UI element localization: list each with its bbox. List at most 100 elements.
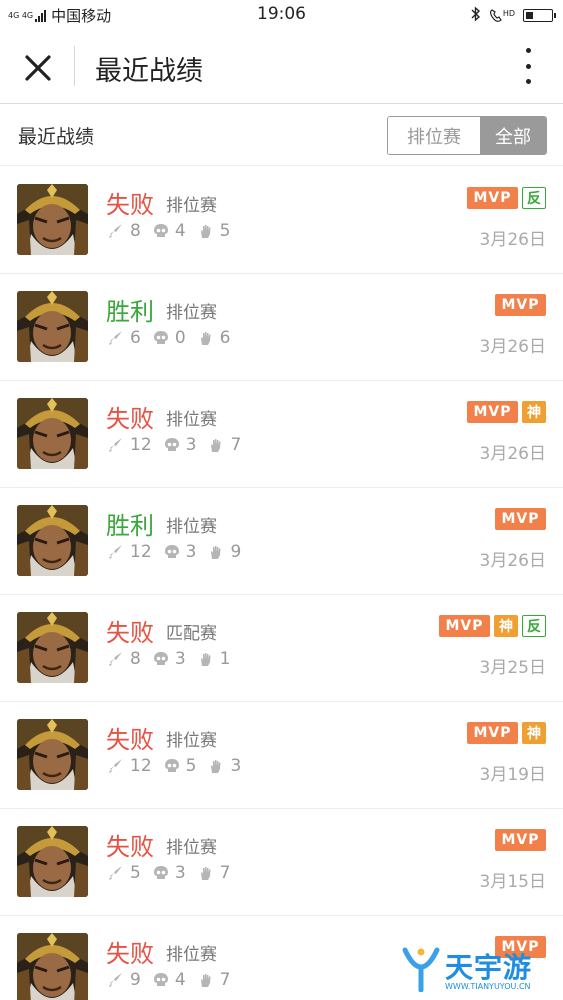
kills-value: 12 bbox=[130, 435, 152, 455]
godlike-badge: 神 bbox=[522, 401, 546, 423]
more-dot-icon bbox=[525, 79, 531, 84]
badge-group: MVP 神反 bbox=[439, 615, 546, 637]
hero-avatar bbox=[17, 184, 88, 255]
hero-avatar bbox=[17, 291, 88, 362]
kda-stats: 9 4 7 bbox=[108, 970, 242, 990]
assists-value: 3 bbox=[230, 756, 242, 776]
tab-ranked[interactable]: 排位赛 bbox=[388, 117, 480, 154]
match-result: 胜利 bbox=[106, 298, 154, 326]
match-row[interactable]: 失败 排位赛 12 5 3 MVP 神 3月19日 bbox=[0, 702, 563, 809]
page-title: 最近战绩 bbox=[95, 56, 203, 87]
bluetooth-icon bbox=[471, 6, 481, 25]
section-header: 最近战绩 排位赛 全部 bbox=[0, 104, 563, 166]
match-list: 失败 排位赛 8 4 5 MVP 反 3月26日 胜利 排位赛 6 0 6 MV… bbox=[0, 167, 563, 1000]
hand-icon bbox=[208, 758, 224, 774]
deaths-value: 3 bbox=[174, 863, 186, 883]
badge-group: MVP bbox=[495, 508, 546, 530]
deaths-value: 3 bbox=[174, 649, 186, 669]
match-result: 胜利 bbox=[106, 512, 154, 540]
deaths-value: 5 bbox=[185, 756, 197, 776]
mvp-badge: MVP bbox=[467, 401, 518, 423]
hand-icon bbox=[198, 223, 214, 239]
kills-value: 8 bbox=[130, 649, 141, 669]
match-row[interactable]: 失败 排位赛 8 4 5 MVP 反 3月26日 bbox=[0, 167, 563, 274]
hero-avatar bbox=[17, 933, 88, 1000]
more-options-button[interactable] bbox=[523, 48, 533, 84]
match-mode: 排位赛 bbox=[166, 838, 217, 858]
hero-avatar bbox=[17, 719, 88, 790]
hand-icon bbox=[198, 972, 214, 988]
mvp-badge: MVP bbox=[439, 615, 490, 637]
deaths-value: 0 bbox=[174, 328, 186, 348]
hero-avatar bbox=[17, 612, 88, 683]
match-row[interactable]: 失败 排位赛 12 3 7 MVP 神 3月26日 bbox=[0, 381, 563, 488]
hand-icon bbox=[198, 330, 214, 346]
match-row[interactable]: 胜利 排位赛 6 0 6 MVP 3月26日 bbox=[0, 274, 563, 381]
section-title: 最近战绩 bbox=[18, 126, 95, 148]
kda-stats: 12 3 9 bbox=[108, 542, 253, 562]
assists-value: 7 bbox=[219, 970, 231, 990]
match-result: 失败 bbox=[106, 619, 154, 647]
watermark-text: 天宇游 bbox=[445, 951, 533, 984]
kills-value: 5 bbox=[130, 863, 141, 883]
close-button[interactable] bbox=[22, 52, 54, 84]
nav-divider bbox=[74, 46, 75, 86]
godlike-badge: 神 bbox=[522, 722, 546, 744]
hd-label: HD bbox=[502, 8, 515, 18]
match-date: 3月26日 bbox=[479, 230, 546, 250]
match-row[interactable]: 失败 匹配赛 8 3 1 MVP 神反 3月25日 bbox=[0, 595, 563, 702]
match-mode: 排位赛 bbox=[166, 196, 217, 216]
mvp-badge: MVP bbox=[467, 722, 518, 744]
watermark: 天宇游 WWW.TIANYUYOU.CN bbox=[401, 944, 553, 996]
godlike-badge: 神 bbox=[494, 615, 518, 637]
sword-icon bbox=[108, 330, 124, 346]
sword-icon bbox=[108, 758, 124, 774]
kda-stats: 8 3 1 bbox=[108, 649, 242, 669]
deaths-value: 3 bbox=[185, 435, 197, 455]
comeback-badge: 反 bbox=[522, 187, 546, 209]
call-icon: HD bbox=[489, 9, 515, 23]
watermark-logo-icon bbox=[402, 947, 440, 992]
badge-group: MVP 神 bbox=[467, 401, 546, 423]
match-date: 3月25日 bbox=[479, 658, 546, 678]
hero-avatar bbox=[17, 826, 88, 897]
match-date: 3月26日 bbox=[479, 551, 546, 571]
match-result: 失败 bbox=[106, 726, 154, 754]
tab-all[interactable]: 全部 bbox=[480, 117, 546, 154]
assists-value: 7 bbox=[219, 863, 231, 883]
kda-stats: 5 3 7 bbox=[108, 863, 242, 883]
skull-icon bbox=[153, 865, 169, 881]
kills-value: 12 bbox=[130, 756, 152, 776]
match-date: 3月19日 bbox=[479, 765, 546, 785]
hero-avatar bbox=[17, 505, 88, 576]
hand-icon bbox=[198, 865, 214, 881]
badge-group: MVP 反 bbox=[467, 187, 546, 209]
comeback-badge: 反 bbox=[522, 615, 546, 637]
match-mode: 排位赛 bbox=[166, 410, 217, 430]
match-row[interactable]: 失败 排位赛 5 3 7 MVP 3月15日 bbox=[0, 809, 563, 916]
match-result: 失败 bbox=[106, 191, 154, 219]
sword-icon bbox=[108, 972, 124, 988]
assists-value: 7 bbox=[230, 435, 242, 455]
skull-icon bbox=[164, 758, 180, 774]
match-mode: 排位赛 bbox=[166, 945, 217, 965]
skull-icon bbox=[164, 544, 180, 560]
mvp-badge: MVP bbox=[467, 187, 518, 209]
kda-stats: 6 0 6 bbox=[108, 328, 242, 348]
assists-value: 9 bbox=[230, 542, 242, 562]
match-result: 失败 bbox=[106, 833, 154, 861]
skull-icon bbox=[153, 972, 169, 988]
match-row[interactable]: 胜利 排位赛 12 3 9 MVP 3月26日 bbox=[0, 488, 563, 595]
deaths-value: 3 bbox=[185, 542, 197, 562]
skull-icon bbox=[164, 437, 180, 453]
match-date: 3月26日 bbox=[479, 444, 546, 464]
deaths-value: 4 bbox=[174, 970, 186, 990]
match-result: 失败 bbox=[106, 940, 154, 968]
kills-value: 12 bbox=[130, 542, 152, 562]
match-date: 3月26日 bbox=[479, 337, 546, 357]
deaths-value: 4 bbox=[174, 221, 186, 241]
kills-value: 9 bbox=[130, 970, 141, 990]
assists-value: 6 bbox=[219, 328, 231, 348]
battery-icon bbox=[523, 9, 556, 22]
match-mode: 排位赛 bbox=[166, 303, 217, 323]
